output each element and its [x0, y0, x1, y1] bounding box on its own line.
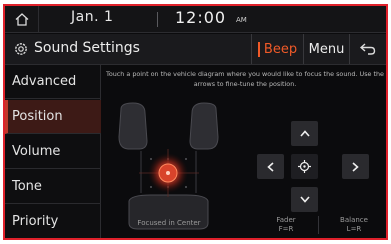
date-text: Jan. 1	[71, 9, 114, 25]
focus-status-label: Focused in Center	[137, 219, 201, 227]
sidebar-item-priority[interactable]: Priority	[5, 205, 101, 238]
back-arrow-icon	[360, 43, 376, 55]
beep-indicator	[257, 41, 260, 57]
page-title: Sound Settings	[34, 40, 140, 56]
sidebar-item-position[interactable]: Position	[5, 100, 101, 134]
move-down-button[interactable]	[291, 187, 318, 212]
menu-label: Menu	[308, 41, 345, 57]
sidebar-item-volume[interactable]: Volume	[5, 135, 101, 169]
title-bar: Sound Settings Beep Menu	[5, 34, 386, 65]
sidebar-item-label: Position	[12, 109, 63, 124]
sidebar-item-label: Volume	[12, 144, 61, 159]
sidebar-item-label: Tone	[12, 179, 42, 194]
position-panel: Touch a point on the vehicle diagram whe…	[101, 65, 386, 238]
crosshair-icon	[298, 160, 311, 173]
sidebar-item-advanced[interactable]: Advanced	[5, 65, 101, 99]
chevron-up-icon	[299, 130, 310, 137]
balance-readout: Balance L=R	[326, 216, 382, 234]
center-reset-button[interactable]	[291, 154, 318, 179]
move-right-button[interactable]	[342, 154, 369, 179]
beep-label: Beep	[263, 41, 298, 57]
sidebar-item-label: Advanced	[12, 74, 77, 89]
home-icon	[15, 13, 28, 26]
balance-value: L=R	[346, 225, 362, 233]
menu-button[interactable]: Menu	[303, 34, 349, 64]
sidebar: Advanced Position Volume Tone Priority	[5, 65, 101, 238]
status-bar: Jan. 1 12:00 AM	[5, 6, 386, 33]
move-left-button[interactable]	[257, 154, 284, 179]
chevron-right-icon	[352, 161, 359, 172]
gear-icon	[15, 43, 27, 55]
home-button[interactable]	[5, 6, 39, 33]
chevron-left-icon	[267, 161, 274, 172]
readout-divider	[318, 216, 319, 234]
chevron-down-icon	[299, 196, 310, 203]
status-divider	[157, 12, 158, 27]
ampm-text: AM	[236, 16, 247, 24]
instruction-text: Touch a point on the vehicle diagram whe…	[106, 70, 384, 88]
fader-label: Fader	[276, 216, 296, 224]
sidebar-item-label: Priority	[12, 214, 59, 229]
beep-button[interactable]: Beep	[251, 34, 303, 64]
screen-frame: Jan. 1 12:00 AM Sound Settings Beep Menu…	[3, 4, 388, 240]
fader-readout: Fader F=R	[261, 216, 311, 234]
vehicle-diagram[interactable]	[111, 101, 226, 231]
move-up-button[interactable]	[291, 121, 318, 146]
fader-value: F=R	[278, 225, 294, 233]
sidebar-item-tone[interactable]: Tone	[5, 170, 101, 204]
time-text: 12:00	[175, 8, 227, 27]
back-button[interactable]	[349, 34, 386, 64]
balance-label: Balance	[340, 216, 368, 224]
